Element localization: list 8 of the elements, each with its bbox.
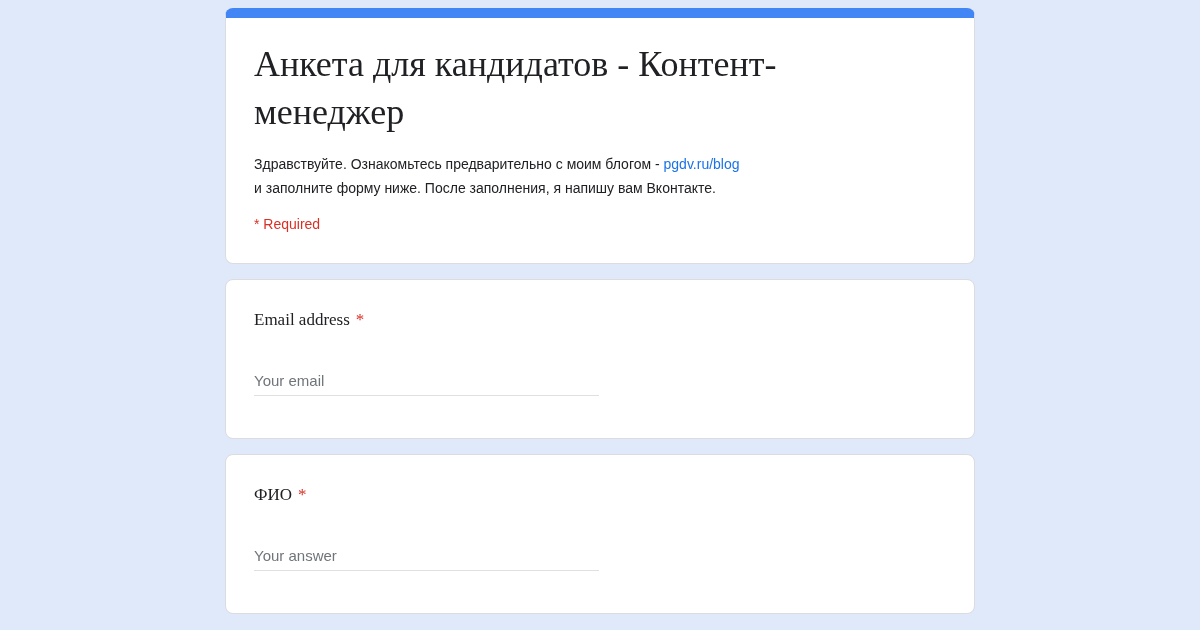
blog-link[interactable]: pgdv.ru/blog	[663, 156, 740, 172]
question-label: Email address	[254, 310, 350, 330]
form-description: Здравствуйте. Ознакомьтесь предварительно с моим блогом - pgdv.ru/blog и заполните форму ниже. После заполнения, я напишу вам Вконтакте.	[254, 155, 741, 198]
question-label: ФИО	[254, 485, 292, 505]
form-title: Анкета для кандидатов - Контент-менеджер	[254, 43, 778, 134]
required-mark: *	[355, 310, 365, 330]
required-note: * Required	[254, 216, 322, 232]
required-mark: *	[298, 485, 307, 505]
